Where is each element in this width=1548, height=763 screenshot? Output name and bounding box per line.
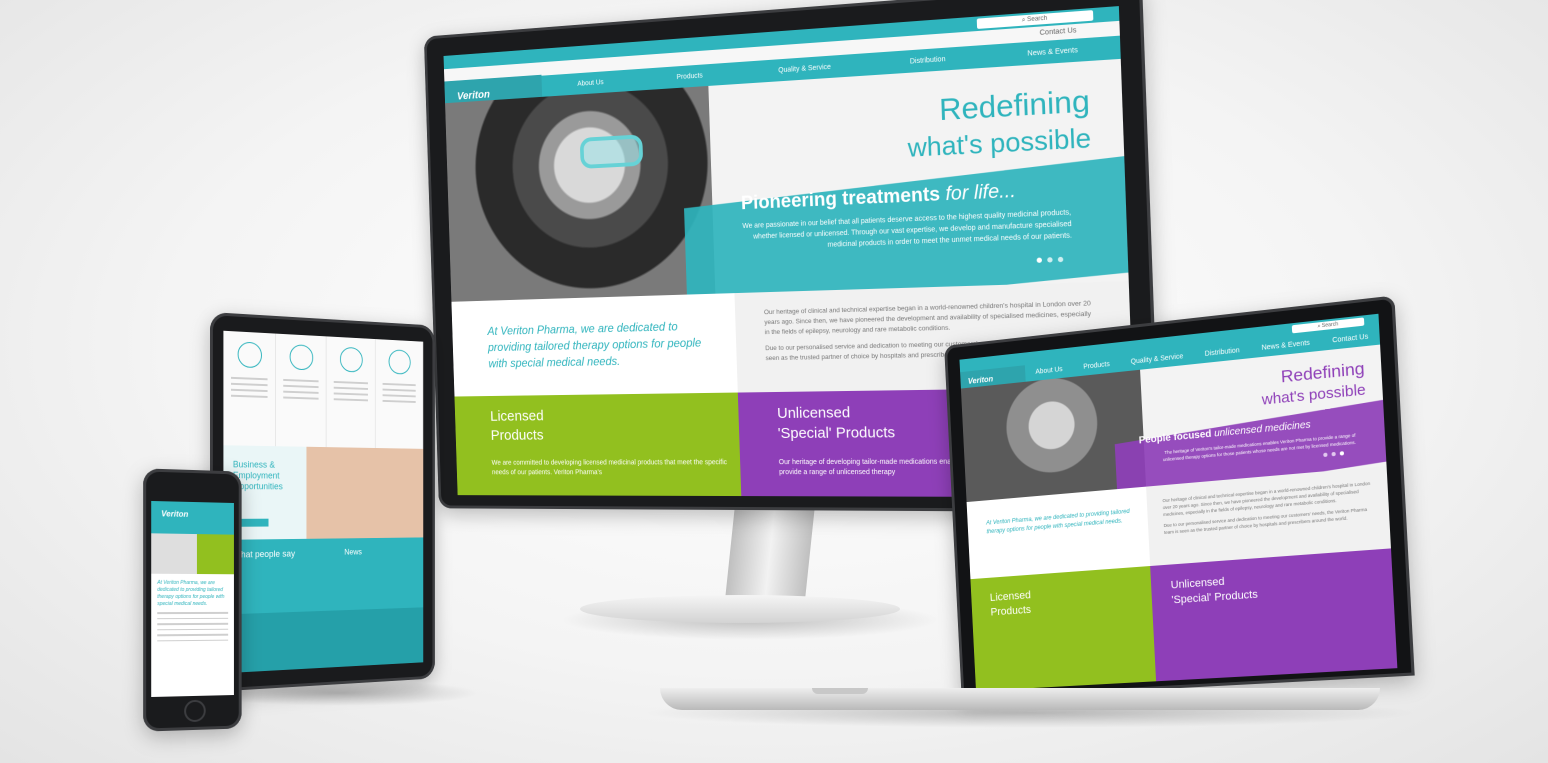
carousel-dots xyxy=(1036,256,1064,263)
feature-column xyxy=(375,339,424,449)
tile-text: We are committed to developing licensed … xyxy=(491,459,728,477)
careers-title: Business & Employment Opportunities xyxy=(232,459,283,492)
tablet-screen: Business & Employment Opportunities What… xyxy=(223,330,424,674)
carousel-dot[interactable] xyxy=(1057,256,1064,263)
phone-device: Veriton At Veriton Pharma, we are dedica… xyxy=(143,468,242,732)
phone-bezel: Veriton At Veriton Pharma, we are dedica… xyxy=(143,468,242,732)
hero-title-line1: Redefining xyxy=(938,84,1091,128)
phone-header: Veriton xyxy=(151,500,234,535)
goggles-graphic xyxy=(579,134,644,169)
nav-products[interactable]: Products xyxy=(1083,361,1110,371)
carousel-dot[interactable] xyxy=(1323,452,1328,458)
testimonials-news-section: What people say News xyxy=(223,537,424,615)
tile-title: Unlicensed 'Special' Products xyxy=(777,403,896,444)
news-title: News xyxy=(344,547,362,557)
tablet-device: Business & Employment Opportunities What… xyxy=(210,312,435,692)
carousel-dot[interactable] xyxy=(1331,451,1336,457)
laptop-device: ⌕ Search Veriton About Us Products Quali… xyxy=(944,295,1415,700)
nav-distribution[interactable]: Distribution xyxy=(910,55,946,65)
nav-about-us[interactable]: About Us xyxy=(577,79,604,88)
footer xyxy=(223,607,424,674)
carousel-dot[interactable] xyxy=(1339,451,1345,456)
tile-title: Licensed Products xyxy=(990,588,1032,620)
nav-distribution[interactable]: Distribution xyxy=(1205,347,1240,358)
nav-quality-service[interactable]: Quality & Service xyxy=(778,63,831,74)
intro-text: At Veriton Pharma, we are dedicated to p… xyxy=(986,508,1130,536)
licensed-products-tile[interactable]: Licensed Products We are committed to dev… xyxy=(454,392,742,498)
nav-contact-us[interactable]: Contact Us xyxy=(1332,333,1368,344)
home-button[interactable] xyxy=(184,699,206,723)
feature-column xyxy=(275,333,327,448)
feature-icon xyxy=(339,346,363,373)
nav-about-us[interactable]: About Us xyxy=(1035,366,1062,376)
monitor-stand xyxy=(725,505,815,600)
search-label: Search xyxy=(1027,15,1048,24)
tile-title-line1: Unlicensed xyxy=(1170,575,1225,592)
phone-hero xyxy=(151,533,234,575)
tile-title: Licensed Products xyxy=(490,407,545,446)
feature-icon xyxy=(388,349,411,375)
nav-news-events[interactable]: News & Events xyxy=(1261,339,1310,351)
intro-text: At Veriton Pharma, we are dedicated to p… xyxy=(487,319,702,371)
contact-us-link[interactable]: Contact Us xyxy=(1040,27,1077,37)
nav-news-events[interactable]: News & Events xyxy=(1027,46,1078,57)
feature-column xyxy=(223,330,276,447)
tile-title-line1: Unlicensed xyxy=(776,404,851,423)
carousel-dot[interactable] xyxy=(1036,257,1043,263)
hero-title-line2: what's possible xyxy=(907,121,1092,163)
phone-logo[interactable]: Veriton xyxy=(161,509,188,519)
laptop-bezel: ⌕ Search Veriton About Us Products Quali… xyxy=(944,295,1415,700)
tile-title-line2: 'Special' Products xyxy=(1171,588,1259,607)
laptop-base xyxy=(660,688,1380,710)
intro-section: At Veriton Pharma, we are dedicated to p… xyxy=(966,486,1151,580)
tile-title: Unlicensed 'Special' Products xyxy=(1170,572,1258,608)
laptop-screen: ⌕ Search Veriton About Us Products Quali… xyxy=(959,313,1398,692)
phone-body: At Veriton Pharma, we are dedicated to p… xyxy=(151,573,234,698)
tile-title-line2: Products xyxy=(990,604,1032,619)
heritage-paragraph: Our heritage of clinical and technical e… xyxy=(763,300,1092,337)
feature-icon xyxy=(237,341,262,369)
tile-title-line1: Licensed xyxy=(489,407,544,425)
feature-columns xyxy=(223,330,424,449)
laptop-notch xyxy=(812,688,868,694)
phone-screen: Veriton At Veriton Pharma, we are dedica… xyxy=(151,500,234,698)
feature-column xyxy=(326,336,376,449)
nav-products[interactable]: Products xyxy=(677,72,703,81)
licensed-products-tile[interactable]: Licensed Products xyxy=(970,566,1157,692)
tablet-bezel: Business & Employment Opportunities What… xyxy=(210,312,435,692)
phone-intro-text: At Veriton Pharma, we are dedicated to p… xyxy=(157,579,225,608)
intro-section: At Veriton Pharma, we are dedicated to p… xyxy=(451,293,738,397)
feature-icon xyxy=(289,344,313,371)
tile-title-line1: Licensed xyxy=(989,589,1032,604)
tile-title-line2: Products xyxy=(490,427,544,444)
nav-quality-service[interactable]: Quality & Service xyxy=(1131,353,1184,366)
band-title-italic: for life... xyxy=(945,180,1017,206)
search-label: Search xyxy=(1321,321,1339,330)
unlicensed-products-tile[interactable]: Unlicensed 'Special' Products xyxy=(1150,548,1398,686)
carousel-dot[interactable] xyxy=(1047,257,1053,263)
tile-title-line2: 'Special' Products xyxy=(777,424,896,443)
monitor-stand-base xyxy=(580,595,900,623)
testimonials-title: What people say xyxy=(232,548,296,560)
hero-photo-pilot-boy xyxy=(445,85,716,302)
careers-banner: Business & Employment Opportunities xyxy=(223,445,424,540)
